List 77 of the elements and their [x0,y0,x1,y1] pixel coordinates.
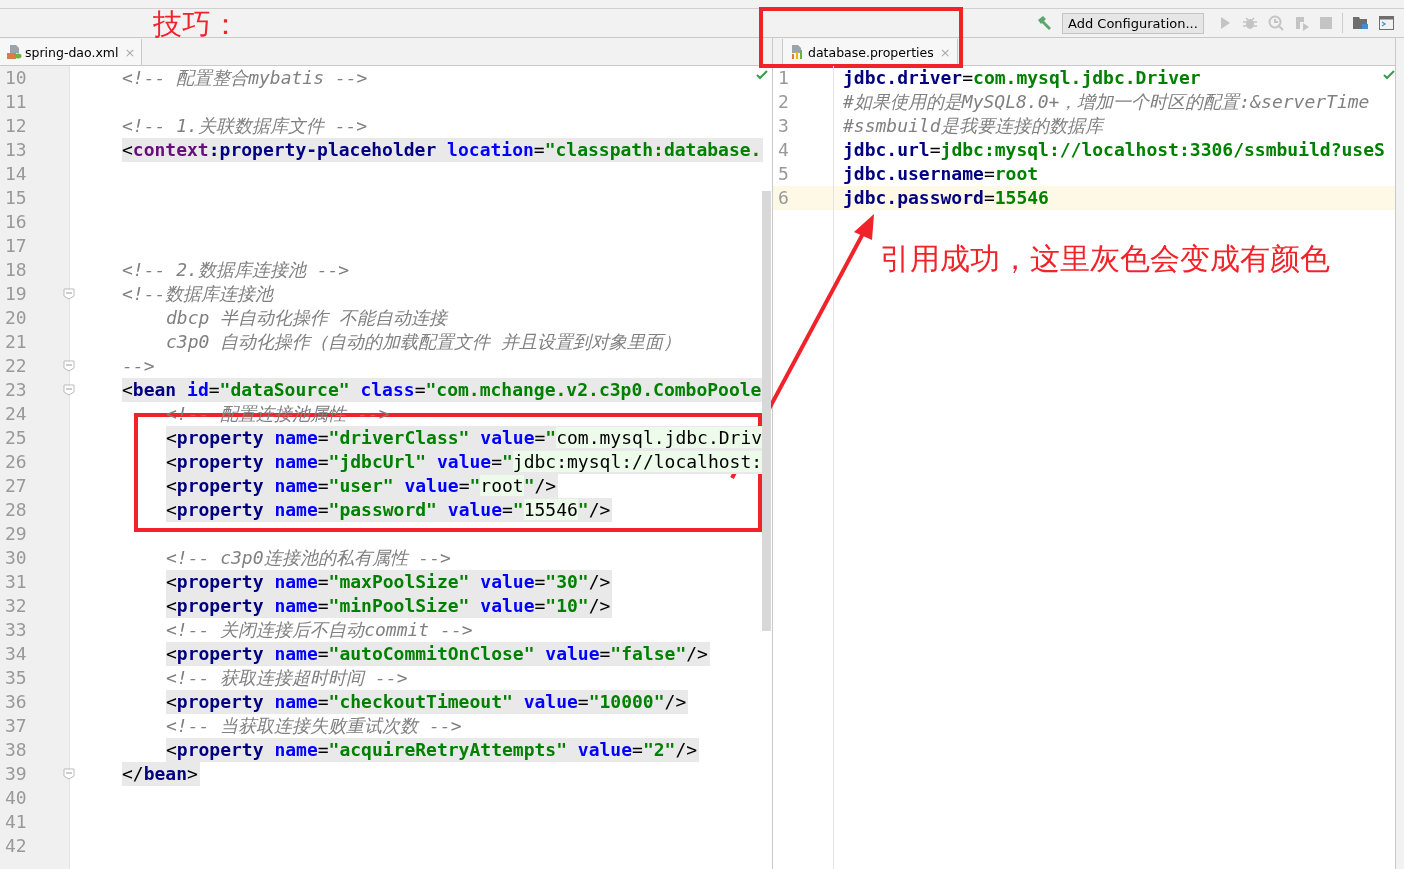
window-icon[interactable] [1378,16,1394,30]
xml-file-icon [6,44,22,60]
line-number: 27 [4,475,27,496]
fold-marker-icon[interactable] [63,288,75,300]
line-number: 28 [4,499,27,520]
hammer-icon[interactable] [1036,15,1052,31]
code-line: jdbc.url=jdbc:mysql://localhost:3306/ssmbuild?useS [843,138,1386,162]
line-number: 11 [4,91,27,112]
line-number: 19 [4,283,27,304]
line-number: 24 [4,403,27,424]
line-number: 17 [4,235,27,256]
bug-icon[interactable] [1241,15,1258,31]
fold-marker-icon[interactable] [63,360,75,372]
code-line: #ssmbuild是我要连接的数据库 [843,114,1105,138]
code-line: jdbc.password=15546 [843,186,1050,210]
editor-tab[interactable]: database.properties × [782,39,958,65]
line-number: 31 [4,571,27,592]
annotation-text: 技巧： [153,6,240,43]
line-number: 14 [4,163,27,184]
line-number: 20 [4,307,27,328]
line-number: 41 [4,811,27,832]
line-number: 33 [4,619,27,640]
properties-file-icon [789,44,805,60]
code-line: <!-- 当获取连接失败重试次数 --> [166,714,463,738]
line-number: 23 [4,379,27,400]
line-number: 40 [4,787,27,808]
line-number: 39 [4,763,27,784]
line-number: 38 [4,739,27,760]
code-line: <!-- 2.数据库连接池 --> [122,258,351,282]
fold-marker-icon[interactable] [63,384,75,396]
line-number: 15 [4,187,27,208]
code-line: <!-- c3p0连接池的私有属性 --> [166,546,452,570]
line-number: 10 [4,67,27,88]
scrollbar-thumb[interactable] [762,191,771,631]
line-number: 6 [777,187,789,208]
line-number: 4 [777,139,789,160]
profiler-icon[interactable] [1267,15,1284,31]
code-line: c3p0 自动化操作（自动的加载配置文件 并且设置到对象里面） [166,330,683,354]
line-number: 25 [4,427,27,448]
line-number: 16 [4,211,27,232]
code-line: <!-- 1.关联数据库文件 --> [122,114,369,138]
check-icon [1383,70,1395,80]
line-number: 18 [4,259,27,280]
line-number: 13 [4,139,27,160]
folder-icon[interactable] [1352,16,1369,30]
line-number: 1 [777,67,789,88]
annotation-text: 引用成功，这里灰色会变成有颜色 [880,240,1330,278]
code-line: <!-- 关闭连接后不自动commit --> [166,618,474,642]
add-configuration-button[interactable]: Add Configuration... [1062,12,1204,34]
code-line: jdbc.username=root [843,162,1040,186]
code-line: jdbc.driver=com.mysql.jdbc.Driver [843,66,1202,90]
fold-marker-icon[interactable] [63,768,75,780]
line-number: 12 [4,115,27,136]
code-line: #如果使用的是MySQL8.0+，增加一个时区的配置:&serverTime [843,90,1371,114]
line-number: 30 [4,547,27,568]
line-number: 36 [4,691,27,712]
line-number: 22 [4,355,27,376]
code-line: <!--数据库连接池 [122,282,275,306]
line-number: 3 [777,115,789,136]
line-number: 26 [4,451,27,472]
line-number: 32 [4,595,27,616]
stop-icon[interactable] [1319,17,1332,29]
code-line: --> [122,354,156,378]
code-line: <!-- 配置整合mybatis --> [122,66,369,90]
line-number: 21 [4,331,27,352]
line-number: 5 [777,163,789,184]
line-number: 42 [4,835,27,856]
check-icon [756,70,768,80]
line-number: 34 [4,643,27,664]
line-number: 2 [777,91,789,112]
line-number: 29 [4,523,27,544]
line-number: 35 [4,667,27,688]
code-line: <!-- 获取连接超时时间 --> [166,666,409,690]
line-number: 37 [4,715,27,736]
code-line: dbcp 半自动化操作 不能自动连接 [166,306,450,330]
editor-tab[interactable]: spring-dao.xml × [0,39,143,65]
coverage-icon[interactable] [1293,15,1310,31]
